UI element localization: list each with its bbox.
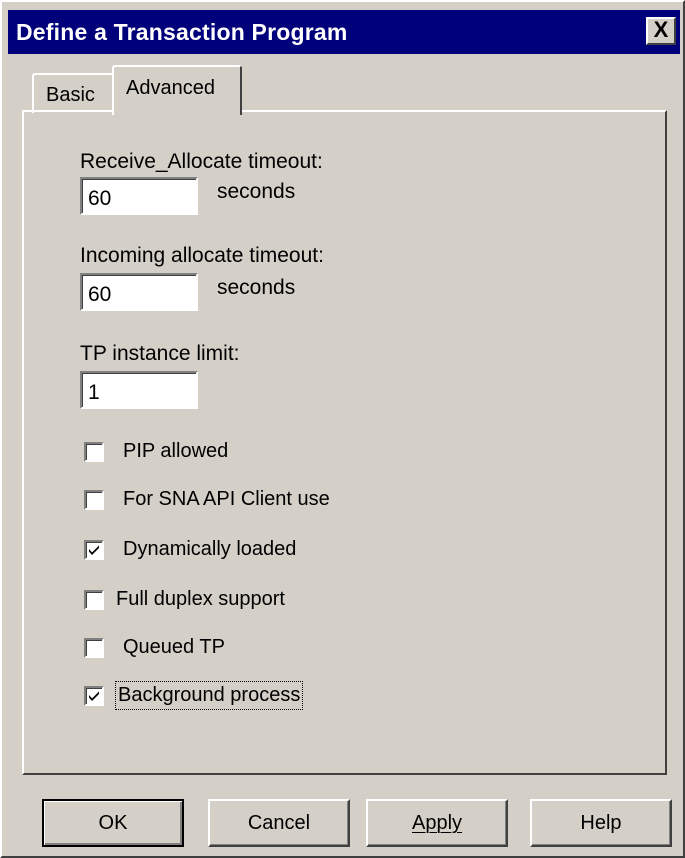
apply-button-label: Apply [411,812,463,834]
apply-button[interactable]: Apply [366,799,508,847]
title-bar[interactable]: Define a Transaction Program X [8,10,680,54]
cancel-button[interactable]: Cancel [208,799,350,847]
dialog-window: Define a Transaction Program X Basic Adv… [0,0,685,858]
tab-join [114,108,240,114]
ok-button[interactable]: OK [42,799,184,847]
close-icon: X [653,17,669,42]
tab-basic-label: Basic [46,84,95,106]
window-title: Define a Transaction Program [16,19,348,45]
help-button[interactable]: Help [530,799,672,847]
close-button[interactable]: X [646,17,676,45]
tab-basic[interactable]: Basic [32,73,116,113]
advanced-tab-panel [22,110,667,775]
tab-advanced-label: Advanced [126,77,215,99]
